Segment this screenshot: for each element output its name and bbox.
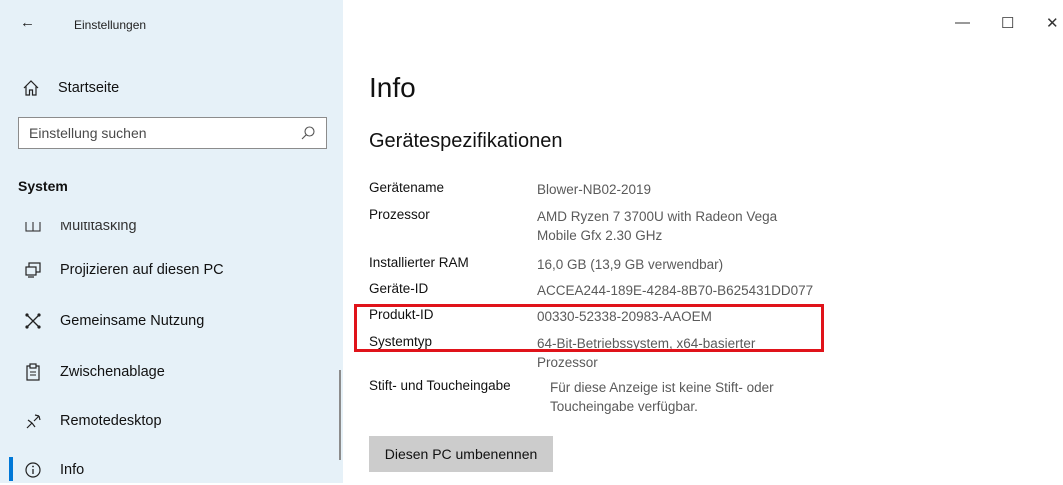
home-nav-item[interactable]: Startseite (16, 78, 316, 100)
settings-search-box[interactable] (18, 117, 327, 149)
sidebar-item-label: Zwischenablage (60, 364, 165, 380)
clipboard-icon (24, 363, 42, 381)
app-title: Einstellungen (74, 18, 147, 32)
highlight-box (354, 304, 824, 352)
sidebar-item-remotedesktop[interactable]: Remotedesktop (0, 406, 343, 436)
page-title: Info (369, 72, 416, 103)
remote-desktop-icon (24, 412, 42, 430)
rename-pc-button[interactable]: Diesen PC umbenennen (369, 436, 553, 472)
multitasking-icon (24, 222, 42, 234)
sidebar-item-label: Projizieren auf diesen PC (60, 262, 224, 278)
spec-value: Blower-NB02-2019 (537, 182, 652, 197)
spec-value: ACCEA244-189E-4284-8B70-B625431DD077 (537, 283, 814, 298)
sidebar: ← Einstellungen Startseite System Multit… (0, 0, 343, 483)
search-icon[interactable] (300, 125, 316, 141)
search-input[interactable] (19, 118, 299, 148)
close-button[interactable]: ✕ (1046, 14, 1059, 32)
sidebar-item-label: Multitasking (60, 222, 137, 234)
home-label: Startseite (58, 80, 120, 96)
sidebar-item-multitasking[interactable]: Multitasking (0, 222, 343, 236)
spec-key: Geräte-ID (369, 281, 429, 296)
info-icon (24, 461, 42, 479)
maximize-button[interactable]: ☐ (1001, 14, 1014, 32)
project-icon (24, 261, 42, 279)
spec-key: Gerätename (369, 180, 445, 195)
sidebar-item-gemeinsame-nutzung[interactable]: Gemeinsame Nutzung (0, 306, 343, 336)
home-icon (22, 79, 40, 97)
sidebar-item-info[interactable]: Info (0, 455, 343, 485)
spec-key: Installierter RAM (369, 255, 469, 270)
sidebar-scrollbar[interactable] (339, 370, 341, 460)
sidebar-item-label: Remotedesktop (60, 413, 162, 429)
spec-value: 16,0 GB (13,9 GB verwendbar) (537, 257, 724, 272)
share-icon (24, 312, 42, 330)
section-title-device-specs: Gerätespezifikationen (369, 130, 563, 152)
spec-value: AMD Ryzen 7 3700U with Radeon Vega Mobil… (537, 209, 778, 243)
minimize-button[interactable]: — (955, 14, 970, 31)
sidebar-titlebar: ← Einstellungen (0, 0, 343, 40)
sidebar-item-zwischenablage[interactable]: Zwischenablage (0, 357, 343, 387)
spec-value: Für diese Anzeige ist keine Stift- oder … (550, 380, 774, 414)
sidebar-item-projizieren[interactable]: Projizieren auf diesen PC (0, 255, 343, 285)
back-arrow-icon[interactable]: ← (20, 14, 35, 31)
spec-key: Prozessor (369, 207, 430, 222)
section-heading-system: System (18, 178, 68, 194)
sidebar-item-label: Gemeinsame Nutzung (60, 313, 205, 329)
sidebar-item-label: Info (60, 462, 85, 478)
spec-key: Stift- und Toucheingabe (369, 378, 511, 393)
